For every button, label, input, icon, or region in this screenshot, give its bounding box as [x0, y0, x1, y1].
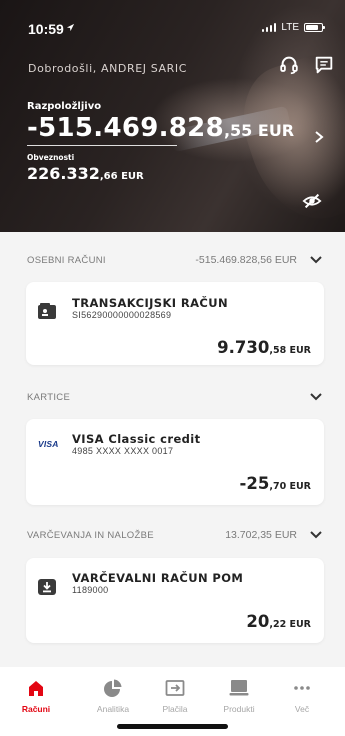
status-bar: 10:59 LTE — [0, 0, 345, 44]
available-label: Razpoložljivo — [27, 101, 102, 112]
account-title: TRANSAKCIJSKI RAČUN — [72, 296, 229, 310]
account-card-transaction[interactable]: TRANSAKCIJSKI RAČUN SI56290000000028569 … — [26, 282, 324, 365]
card-number: 4985 XXXX XXXX 0017 — [72, 446, 174, 456]
available-balance-integer: -515.469.828 — [27, 113, 224, 143]
tab-accounts[interactable]: Računi — [6, 675, 66, 715]
home-icon — [29, 681, 43, 696]
available-balance[interactable]: -515.469.828,55 EUR — [27, 113, 294, 143]
headset-icon[interactable] — [278, 54, 300, 76]
section-total: 13.702,35 EUR — [225, 529, 297, 541]
available-balance-currency: EUR — [252, 121, 295, 140]
account-balance-integer: 9.730 — [217, 338, 270, 357]
account-balance: 20,22 EUR — [246, 612, 311, 631]
status-time: 10:59 — [28, 21, 64, 37]
location-arrow-icon — [66, 23, 75, 32]
balance-divider — [27, 145, 177, 146]
tab-label: Računi — [21, 704, 51, 714]
card-balance: -25,70 EUR — [240, 474, 311, 493]
chevron-down-icon[interactable] — [309, 391, 323, 403]
home-indicator[interactable] — [117, 724, 228, 729]
payments-icon — [165, 680, 185, 696]
chevron-right-icon[interactable] — [312, 130, 326, 144]
card-balance-decimal: ,70 EUR — [269, 481, 311, 492]
available-balance-decimal: ,55 — [223, 121, 253, 140]
savings-icon — [38, 579, 56, 595]
welcome-text: Dobrodošli, ANDREJ SARIC — [28, 62, 187, 75]
section-savings[interactable]: VARČEVANJA IN NALOŽBE 13.702,35 EUR — [0, 526, 345, 546]
chevron-down-icon[interactable] — [309, 254, 323, 266]
battery-icon — [304, 23, 325, 32]
more-icon — [294, 686, 310, 690]
section-title: OSEBNI RAČUNI — [27, 255, 106, 266]
message-icon[interactable] — [313, 54, 335, 76]
section-title: VARČEVANJA IN NALOŽBE — [27, 530, 154, 541]
signal-icon — [261, 23, 277, 32]
tab-more[interactable]: Več — [272, 675, 332, 715]
tab-label: Analitika — [96, 704, 130, 714]
tab-products[interactable]: Produkti — [209, 675, 269, 715]
pie-chart-icon — [104, 679, 122, 697]
obligations-label: Obveznosti — [27, 153, 75, 162]
obligations-integer: 226.332 — [27, 164, 100, 183]
tab-analytics[interactable]: Analitika — [83, 675, 143, 715]
card-balance-integer: -25 — [239, 474, 270, 493]
account-balance: 9.730,58 EUR — [217, 338, 311, 357]
products-icon — [229, 680, 249, 696]
card-item-visa[interactable]: VISA VISA Classic credit 4985 XXXX XXXX … — [26, 419, 324, 505]
status-indicators: LTE — [261, 22, 325, 33]
section-title: KARTICE — [27, 392, 71, 403]
chevron-down-icon[interactable] — [309, 529, 323, 541]
visa-logo: VISA — [38, 439, 59, 449]
account-balance-integer: 20 — [246, 612, 270, 631]
wallet-icon — [38, 303, 56, 319]
account-number: 1189000 — [72, 585, 109, 595]
tab-label: Več — [294, 704, 310, 714]
eye-slash-icon[interactable] — [302, 192, 322, 210]
accounts-list[interactable]: OSEBNI RAČUNI -515.469.828,56 EUR TRANSA… — [0, 232, 345, 667]
section-cards[interactable]: KARTICE — [0, 388, 345, 408]
tab-label: Plačila — [162, 704, 188, 714]
obligations-amount: 226.332,66 EUR — [27, 164, 144, 183]
account-title: VARČEVALNI RAČUN POM — [72, 571, 244, 585]
section-personal-accounts[interactable]: OSEBNI RAČUNI -515.469.828,56 EUR — [0, 251, 345, 271]
account-iban: SI56290000000028569 — [72, 310, 172, 320]
account-summary-header: 10:59 LTE Dobrodošli, ANDREJ SARIC Razpo… — [0, 0, 345, 232]
account-card-savings[interactable]: VARČEVALNI RAČUN POM 1189000 20,22 EUR — [26, 558, 324, 643]
tab-payments[interactable]: Plačila — [145, 675, 205, 715]
account-balance-decimal: ,58 EUR — [269, 345, 311, 356]
account-balance-decimal: ,22 EUR — [269, 619, 311, 630]
section-total: -515.469.828,56 EUR — [195, 254, 297, 266]
obligations-decimal: ,66 EUR — [99, 171, 144, 182]
tab-label: Produkti — [223, 704, 255, 714]
network-type: LTE — [281, 22, 299, 33]
card-title: VISA Classic credit — [72, 432, 201, 446]
